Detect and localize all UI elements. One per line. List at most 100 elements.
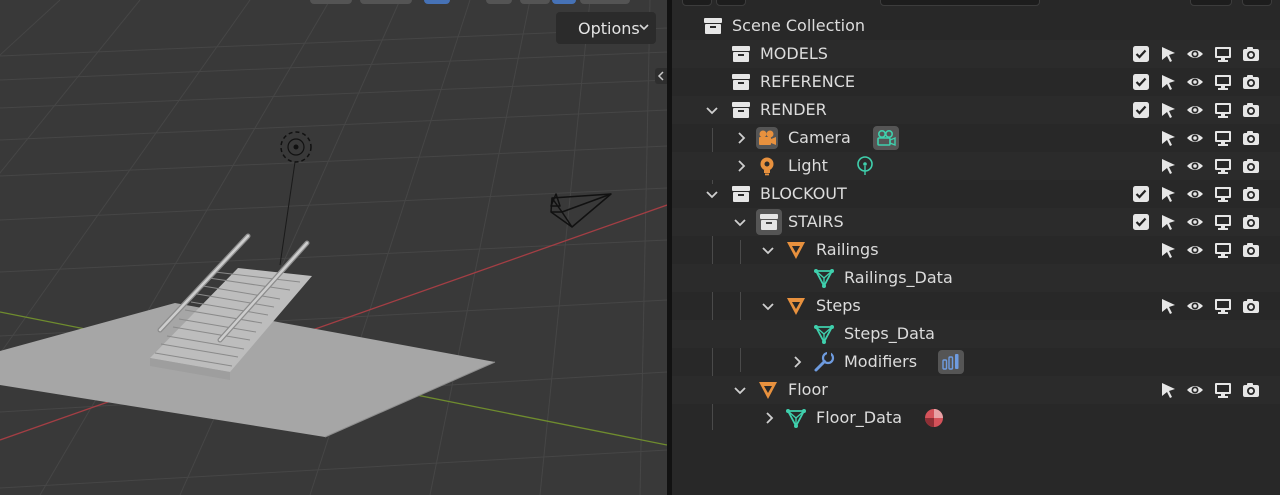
outliner-row-stairs[interactable]: STAIRS <box>672 208 1280 236</box>
header-button[interactable] <box>424 0 450 4</box>
outliner-row-steps[interactable]: Steps <box>672 292 1280 320</box>
header-button[interactable] <box>520 0 550 4</box>
outliner-row-steps-data[interactable]: Steps_Data <box>672 320 1280 348</box>
mesh-data-icon <box>813 323 835 345</box>
chevron-down-icon[interactable] <box>705 103 719 117</box>
select-arrow-icon[interactable] <box>1159 129 1177 147</box>
eye-icon[interactable] <box>1186 185 1204 203</box>
monitor-icon[interactable] <box>1214 297 1232 315</box>
row-label: BLOCKOUT <box>760 184 847 203</box>
monitor-icon[interactable] <box>1214 213 1232 231</box>
camera-icon[interactable] <box>1242 185 1260 203</box>
outliner-row-light[interactable]: Light <box>672 152 1280 180</box>
light-data-icon[interactable] <box>852 154 878 178</box>
monitor-icon[interactable] <box>1214 73 1232 91</box>
eye-icon[interactable] <box>1186 381 1204 399</box>
outliner-row-railings-data[interactable]: Railings_Data <box>672 264 1280 292</box>
eye-icon[interactable] <box>1186 213 1204 231</box>
eye-icon[interactable] <box>1186 73 1204 91</box>
select-arrow-icon[interactable] <box>1159 45 1177 63</box>
camera-icon[interactable] <box>1242 101 1260 119</box>
outliner-row-camera[interactable]: Camera <box>672 124 1280 152</box>
camera-data-icon[interactable] <box>873 126 899 150</box>
material-icon[interactable] <box>921 406 947 430</box>
select-arrow-icon[interactable] <box>1159 213 1177 231</box>
select-arrow-icon[interactable] <box>1159 297 1177 315</box>
modifier-stack-icon[interactable] <box>938 350 964 374</box>
header-button[interactable] <box>716 0 746 6</box>
monitor-icon[interactable] <box>1214 101 1232 119</box>
row-label: Modifiers <box>844 352 918 371</box>
camera-icon[interactable] <box>1242 157 1260 175</box>
outliner-row-reference[interactable]: REFERENCE <box>672 68 1280 96</box>
chevron-down-icon[interactable] <box>733 215 747 229</box>
select-arrow-icon[interactable] <box>1159 241 1177 259</box>
monitor-icon[interactable] <box>1214 381 1232 399</box>
camera-icon[interactable] <box>1242 213 1260 231</box>
mesh-data-icon <box>785 407 807 429</box>
header-button[interactable] <box>1242 0 1272 6</box>
eye-icon[interactable] <box>1186 45 1204 63</box>
chevron-down-icon[interactable] <box>705 187 719 201</box>
viewport-scene[interactable] <box>0 0 667 495</box>
sidebar-toggle[interactable] <box>655 68 667 84</box>
select-arrow-icon[interactable] <box>1159 101 1177 119</box>
header-button[interactable] <box>580 0 630 4</box>
row-label: Railings <box>816 240 879 259</box>
header-button[interactable] <box>552 0 576 4</box>
camera-icon[interactable] <box>1242 129 1260 147</box>
chevron-down-icon[interactable] <box>733 383 747 397</box>
eye-icon[interactable] <box>1186 101 1204 119</box>
row-label: REFERENCE <box>760 72 856 91</box>
options-dropdown[interactable]: Options <box>556 12 656 44</box>
checkbox-icon[interactable] <box>1132 213 1150 231</box>
header-button[interactable] <box>360 0 412 4</box>
camera-icon[interactable] <box>1242 241 1260 259</box>
chevron-right-icon[interactable] <box>762 411 776 425</box>
header-button[interactable] <box>682 0 712 6</box>
camera-icon[interactable] <box>1242 297 1260 315</box>
outliner-row-models[interactable]: MODELS <box>672 40 1280 68</box>
checkbox-icon[interactable] <box>1132 185 1150 203</box>
camera-icon[interactable] <box>1242 45 1260 63</box>
select-arrow-icon[interactable] <box>1159 185 1177 203</box>
row-label: Light <box>788 156 828 175</box>
select-arrow-icon[interactable] <box>1159 157 1177 175</box>
eye-icon[interactable] <box>1186 241 1204 259</box>
outliner-search-field[interactable] <box>880 0 1040 6</box>
3d-viewport[interactable]: Options <box>0 0 667 495</box>
camera-icon[interactable] <box>1242 381 1260 399</box>
eye-icon[interactable] <box>1186 129 1204 147</box>
select-arrow-icon[interactable] <box>1159 381 1177 399</box>
checkbox-icon[interactable] <box>1132 45 1150 63</box>
monitor-icon[interactable] <box>1214 129 1232 147</box>
outliner-panel[interactable]: Scene Collection MODELS REFERENCE RENDER… <box>672 0 1280 495</box>
select-arrow-icon[interactable] <box>1159 73 1177 91</box>
chevron-down-icon[interactable] <box>761 299 775 313</box>
header-button[interactable] <box>1190 0 1232 6</box>
eye-icon[interactable] <box>1186 157 1204 175</box>
monitor-icon[interactable] <box>1214 185 1232 203</box>
eye-icon[interactable] <box>1186 297 1204 315</box>
header-button[interactable] <box>310 0 352 4</box>
collection-icon <box>730 71 752 93</box>
checkbox-icon[interactable] <box>1132 73 1150 91</box>
outliner-row-modifiers[interactable]: Modifiers <box>672 348 1280 376</box>
outliner-row-render[interactable]: RENDER <box>672 96 1280 124</box>
row-label: Camera <box>788 128 851 147</box>
chevron-right-icon[interactable] <box>734 131 748 145</box>
chevron-right-icon[interactable] <box>734 159 748 173</box>
outliner-row-floor[interactable]: Floor <box>672 376 1280 404</box>
camera-icon[interactable] <box>1242 73 1260 91</box>
outliner-row-floor-data[interactable]: Floor_Data <box>672 404 1280 432</box>
checkbox-icon[interactable] <box>1132 101 1150 119</box>
outliner-row-railings[interactable]: Railings <box>672 236 1280 264</box>
monitor-icon[interactable] <box>1214 241 1232 259</box>
chevron-right-icon[interactable] <box>790 355 804 369</box>
chevron-down-icon[interactable] <box>761 243 775 257</box>
monitor-icon[interactable] <box>1214 45 1232 63</box>
monitor-icon[interactable] <box>1214 157 1232 175</box>
outliner-row-blockout[interactable]: BLOCKOUT <box>672 180 1280 208</box>
outliner-row-scene-collection[interactable]: Scene Collection <box>672 12 1280 40</box>
header-button[interactable] <box>486 0 512 4</box>
